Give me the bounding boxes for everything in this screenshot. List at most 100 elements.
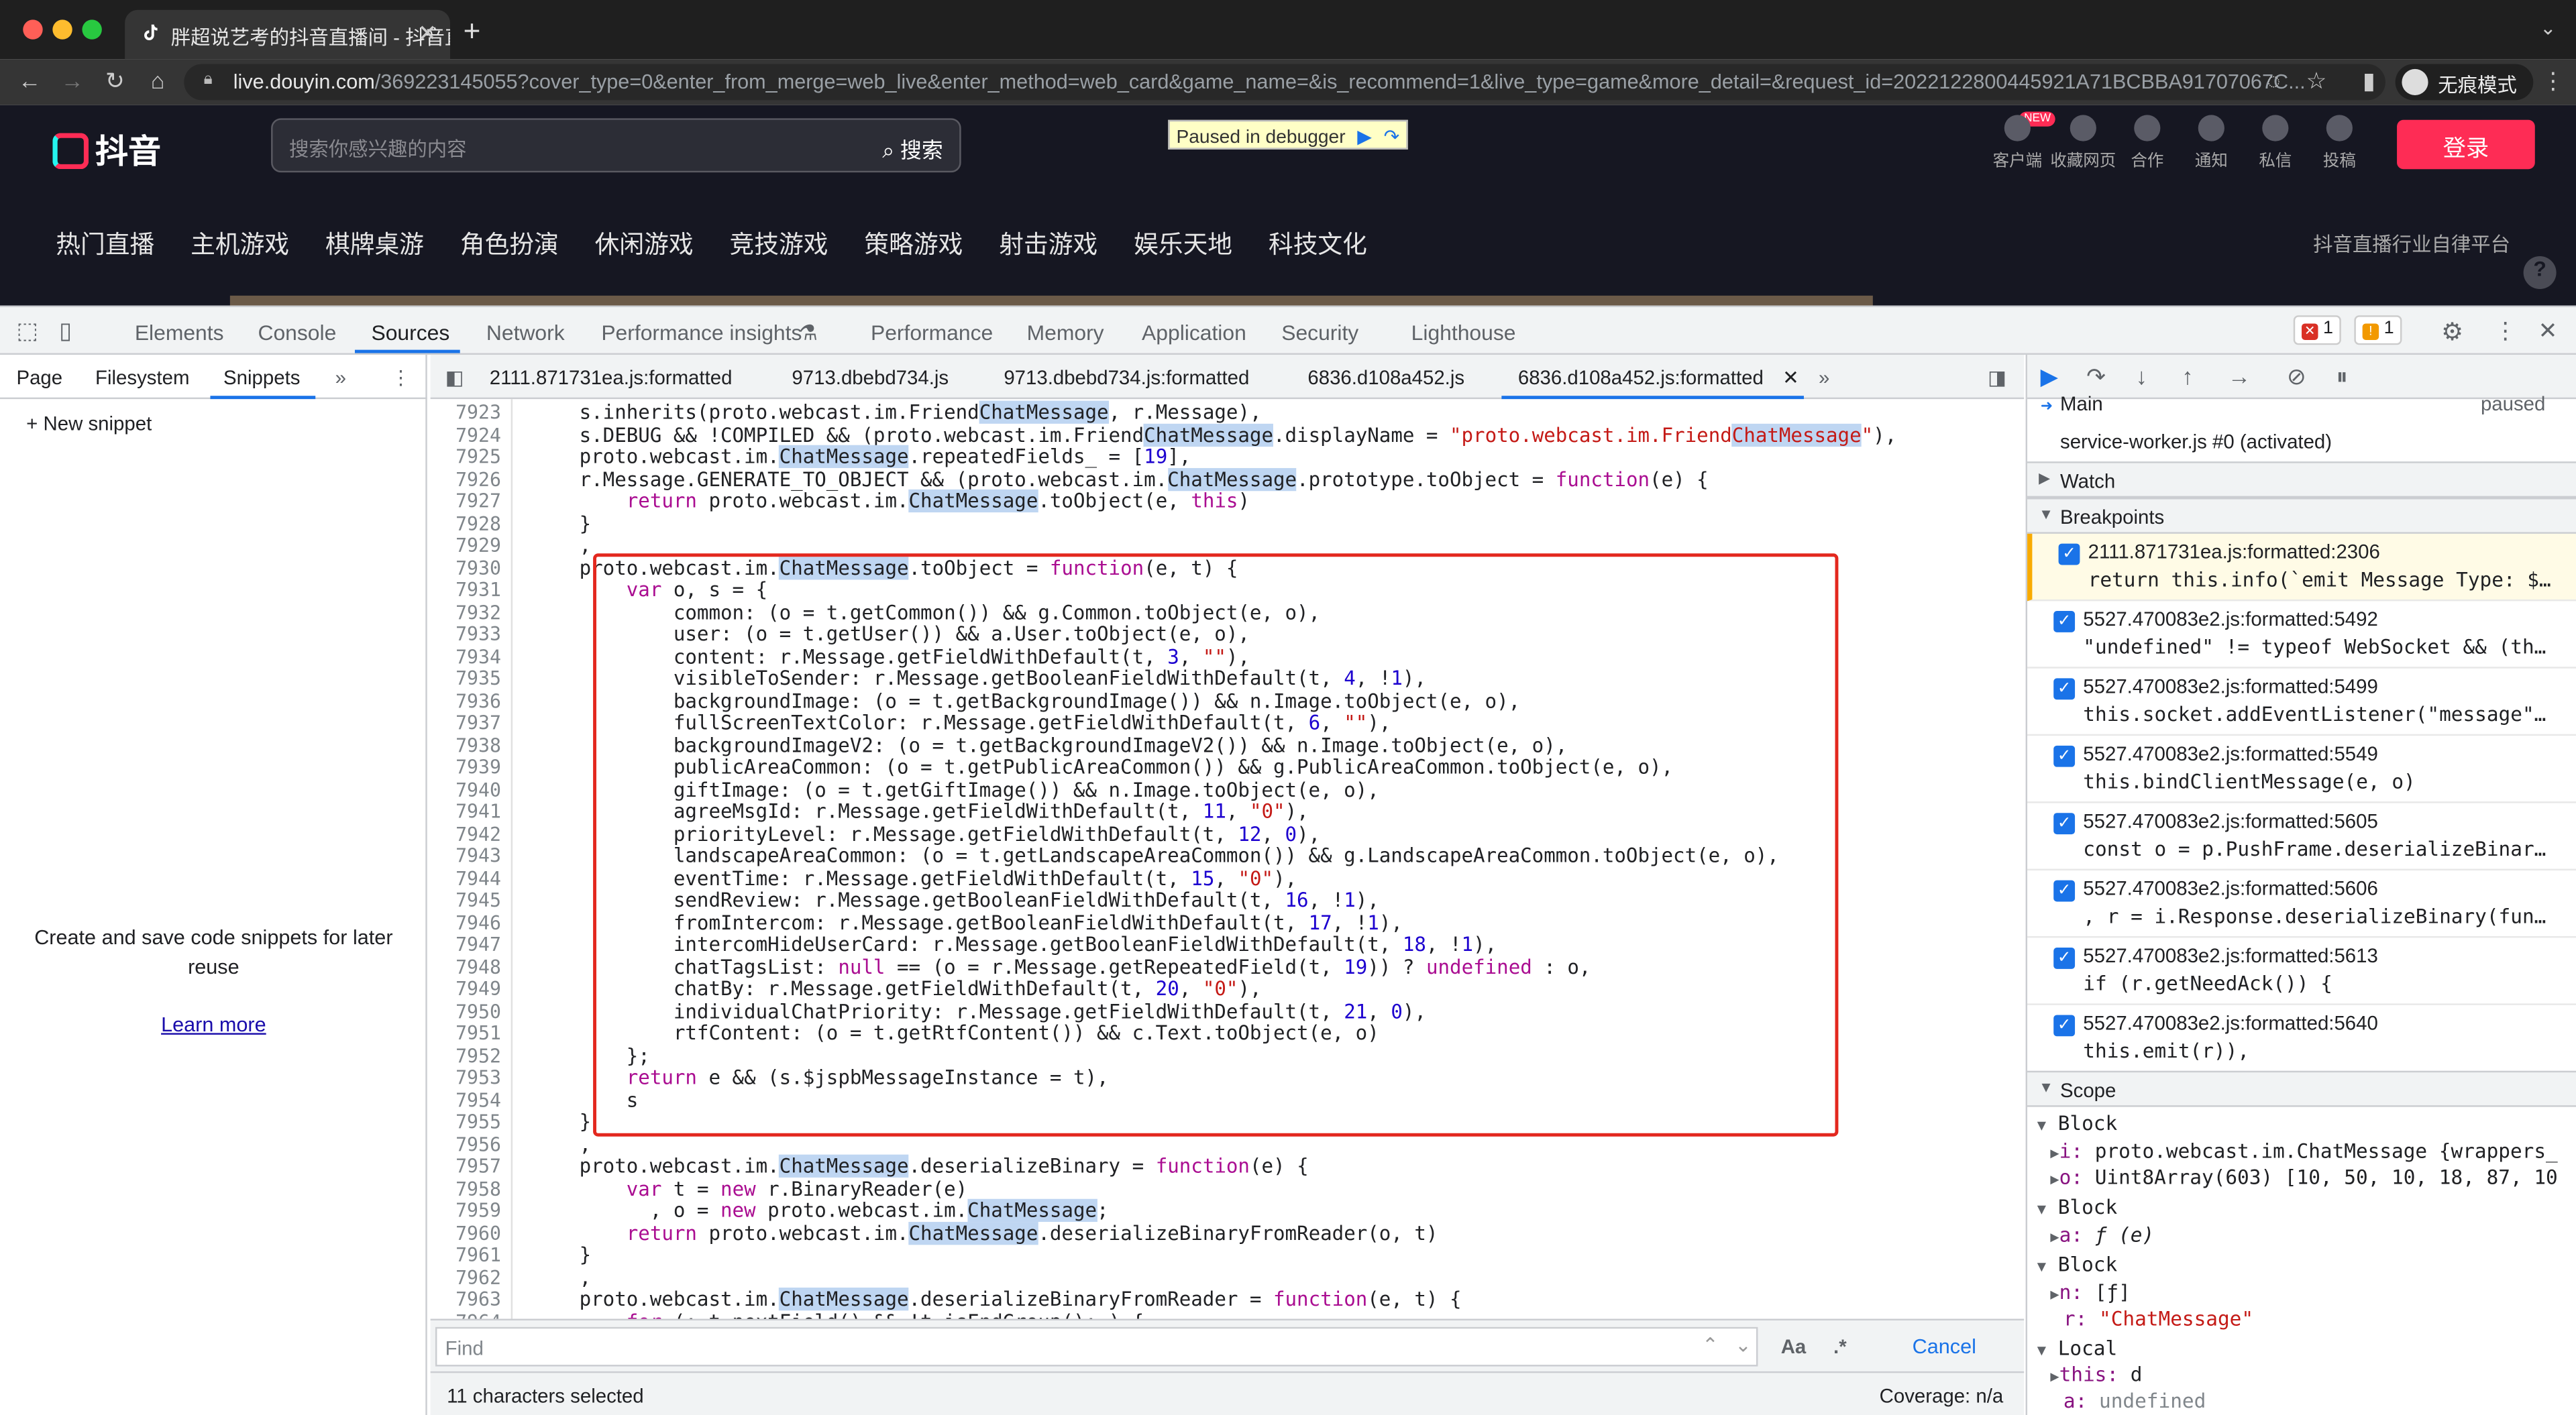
step-out-button-icon[interactable]: ↑ (2182, 363, 2193, 389)
line-number[interactable]: 7947 (455, 933, 501, 956)
code-line[interactable]: r.Message.GENERATE_TO_OBJECT && (proto.w… (532, 467, 1709, 491)
code-line[interactable]: } (532, 1111, 592, 1133)
category-item[interactable]: 竞技游戏 (730, 231, 828, 260)
message-button[interactable]: 私信 (2243, 115, 2308, 171)
category-item[interactable]: 棋牌桌游 (325, 231, 424, 260)
line-number[interactable]: 7946 (455, 911, 501, 933)
checkbox-checked-icon[interactable]: ✓ (2053, 678, 2076, 700)
browser-tab[interactable]: 胖超说艺考的抖音直播间 - 抖音直播 ✕ (125, 9, 451, 60)
scope-variable[interactable]: r: "ChatMessage" (2063, 1307, 2253, 1330)
step-over-icon[interactable]: ↷ (1384, 125, 1400, 148)
checkbox-checked-icon[interactable]: ✓ (2053, 948, 2076, 969)
browser-menu-icon[interactable]: ⋮ (2540, 67, 2566, 95)
bookmark-star-icon[interactable]: ☆ (2303, 67, 2329, 95)
editor-tab[interactable]: 2111.871731ea.js:formatted (490, 366, 733, 389)
minimize-window-button[interactable] (52, 19, 72, 40)
checkbox-checked-icon[interactable]: ✓ (2053, 813, 2076, 835)
category-item[interactable]: 科技文化 (1269, 231, 1367, 260)
code-line[interactable]: proto.webcast.im.ChatMessage.deserialize… (532, 1288, 1462, 1311)
line-number[interactable]: 7933 (455, 622, 501, 645)
line-number[interactable]: 7948 (455, 955, 501, 978)
scope-variable[interactable]: ▶︎i: proto.webcast.im.ChatMessage {wrapp… (2050, 1140, 2557, 1163)
notification-button[interactable]: 通知 (2178, 115, 2244, 171)
step-button-icon[interactable]: → (2228, 363, 2251, 389)
scope-section-header[interactable]: ▼ Scope (2027, 1070, 2576, 1107)
learn-more-link[interactable]: Learn more (0, 1013, 427, 1036)
new-snippet-button[interactable]: + New snippet (26, 412, 152, 435)
tab-security[interactable]: Security (1281, 321, 1358, 345)
search-button[interactable]: ⌕ 搜索 (882, 133, 943, 164)
line-number[interactable]: 7936 (455, 689, 501, 712)
checkbox-checked-icon[interactable]: ✓ (2053, 880, 2076, 902)
nav-tab-snippets[interactable]: Snippets (223, 366, 300, 389)
find-next-icon[interactable]: ⌄ (1735, 1334, 1752, 1357)
breakpoint-item[interactable]: ✓ 5527.470083e2.js:formatted:5640 this.emi… (2027, 1005, 2576, 1073)
close-devtools-icon[interactable]: ✕ (2538, 317, 2558, 345)
navigator-menu-icon[interactable]: ⋮ (391, 366, 411, 389)
device-toolbar-icon[interactable]: ▯ (59, 317, 72, 345)
line-number[interactable]: 7942 (455, 822, 501, 845)
step-into-button-icon[interactable]: ↓ (2136, 363, 2147, 389)
checkbox-checked-icon[interactable]: ✓ (2053, 611, 2076, 632)
line-number[interactable]: 7928 (455, 512, 501, 534)
editor-tab-active[interactable]: 6836.d108a452.js:formatted (1518, 366, 1764, 389)
forward-icon[interactable]: → (59, 67, 85, 93)
tab-elements[interactable]: Elements (135, 321, 224, 345)
line-number[interactable]: 7939 (455, 756, 501, 779)
more-tabs-icon[interactable]: » (335, 366, 346, 389)
resume-button-icon[interactable]: ▶︎ (2041, 363, 2058, 391)
login-button[interactable]: 登录 (2397, 119, 2535, 170)
checkbox-checked-icon[interactable]: ✓ (2053, 745, 2076, 767)
cancel-find-button[interactable]: Cancel (1913, 1335, 1976, 1358)
tab-network[interactable]: Network (486, 321, 565, 345)
more-editor-tabs-icon[interactable]: » (1819, 366, 1829, 389)
line-number[interactable]: 7940 (455, 778, 501, 801)
home-icon[interactable]: ⌂ (145, 67, 171, 93)
line-number[interactable]: 7943 (455, 844, 501, 867)
tab-console[interactable]: Console (258, 321, 336, 345)
deactivate-breakpoints-icon[interactable]: ⊘ (2287, 363, 2306, 391)
code-line[interactable]: s.inherits(proto.webcast.im.FriendChatMe… (532, 400, 1262, 424)
line-number[interactable]: 7927 (455, 490, 501, 512)
line-number[interactable]: 7930 (455, 556, 501, 579)
category-item[interactable]: 主机游戏 (191, 231, 289, 260)
line-number[interactable]: 7952 (455, 1043, 501, 1066)
line-number[interactable]: 7931 (455, 578, 501, 601)
scope-variable[interactable]: ▶︎a: ƒ (e) (2050, 1223, 2154, 1246)
line-number[interactable]: 7959 (455, 1199, 501, 1222)
breakpoint-item[interactable]: ✓ 5527.470083e2.js:formatted:5605 const o … (2027, 803, 2576, 870)
breakpoint-item[interactable]: ✓ 5527.470083e2.js:formatted:5492 "undefin… (2027, 601, 2576, 669)
checkbox-checked-icon[interactable]: ✓ (2053, 1015, 2076, 1037)
scope-variable[interactable]: a: undefined (2063, 1390, 2206, 1412)
breakpoints-section-header[interactable]: ▼ Breakpoints (2027, 498, 2576, 534)
line-number[interactable]: 7963 (455, 1288, 501, 1310)
regex-button[interactable]: .* (1833, 1335, 1847, 1358)
line-number[interactable]: 7945 (455, 889, 501, 911)
category-item[interactable]: 休闲游戏 (595, 231, 694, 260)
tab-application[interactable]: Application (1142, 321, 1246, 345)
tab-performance[interactable]: Performance (871, 321, 993, 345)
watch-section-header[interactable]: ▶︎ Watch (2027, 461, 2576, 498)
code-line[interactable]: , (532, 1265, 592, 1288)
scope-group[interactable]: ▼ Block (2037, 1253, 2117, 1276)
line-number[interactable]: 7924 (455, 423, 501, 446)
close-tab-icon[interactable]: ✕ (418, 19, 437, 48)
reload-icon[interactable]: ↻ (102, 67, 128, 95)
code-line[interactable]: proto.webcast.im.ChatMessage.deserialize… (532, 1154, 1309, 1178)
douyin-logo[interactable]: 抖音 (52, 125, 161, 172)
back-icon[interactable]: ← (16, 67, 42, 93)
line-number[interactable]: 7954 (455, 1088, 501, 1111)
tab-memory[interactable]: Memory (1027, 321, 1104, 345)
tab-sources[interactable]: Sources (371, 321, 449, 345)
line-number[interactable]: 7951 (455, 1021, 501, 1044)
code-line[interactable]: var t = new r.BinaryReader(e) (532, 1177, 967, 1200)
resume-icon[interactable]: ▶︎ (1357, 125, 1372, 148)
line-number[interactable]: 7964 (455, 1310, 501, 1318)
breakpoint-item[interactable]: ✓ 2111.871731ea.js:formatted:2306 return t… (2027, 533, 2576, 602)
code-line[interactable]: , o = new proto.webcast.im.ChatMessage; (532, 1198, 1109, 1223)
incognito-indicator[interactable]: 无痕模式 (2395, 64, 2534, 101)
nav-tab-page[interactable]: Page (16, 366, 62, 389)
scope-group[interactable]: ▼ Block (2037, 1196, 2117, 1219)
scope-group[interactable]: ▼ Block (2037, 1112, 2117, 1135)
line-number[interactable]: 7925 (455, 445, 501, 468)
